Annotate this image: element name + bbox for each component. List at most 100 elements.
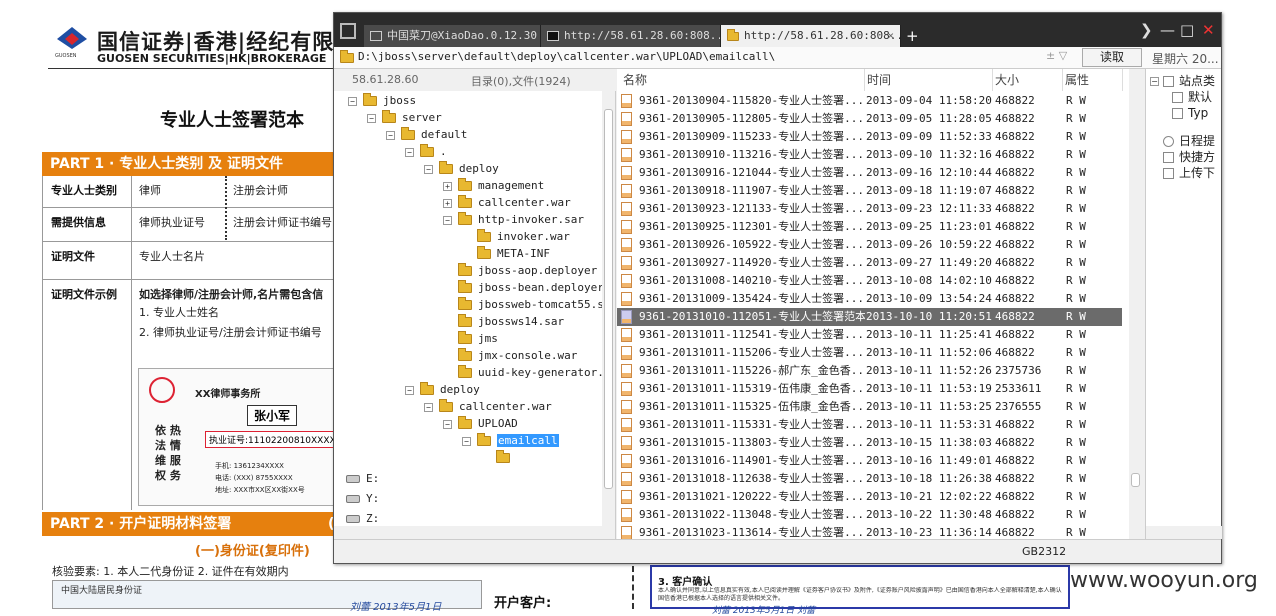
column-name[interactable]: 名称 [617,69,865,91]
file-row[interactable]: 9361-20131016-114901-专业人士签署... 2013-10-16… [617,452,1122,470]
tab-file-manager[interactable]: http://58.61.28.60:808... × [721,25,901,47]
file-row[interactable]: 9361-20130926-105922-专业人士签署... 2013-09-26… [617,236,1122,254]
file-size: 468822 [995,292,1035,305]
tree-node[interactable]: jmx-console.war [443,348,577,364]
minimize-button[interactable]: — [1160,21,1175,39]
tree-node[interactable]: jboss-bean.deployer [443,280,604,296]
collapse-icon[interactable]: − [405,147,414,157]
file-row[interactable]: 9361-20131021-120222-专业人士签署... 2013-10-21… [617,488,1122,506]
close-button[interactable]: ✕ [1202,21,1215,39]
file-row[interactable]: 9361-20131015-113803-专业人士签署... 2013-10-15… [617,434,1122,452]
document-title: 专业人士签署范本 [160,110,304,131]
side-node[interactable]: 默认 [1172,89,1212,105]
file-scrollbar[interactable] [1129,69,1142,539]
tree-node[interactable] [481,450,516,466]
scroll-thumb[interactable] [604,109,613,489]
tree-node[interactable]: − UPLOAD [443,416,518,432]
expand-icon[interactable]: + [443,198,452,208]
tree-node[interactable]: + management [443,178,544,194]
side-node[interactable]: Typ [1172,105,1208,121]
file-time: 2013-10-11 11:25:41 [866,328,992,341]
tree-node[interactable]: uuid-key-generator.s [443,365,610,381]
file-row[interactable]: 9361-20130904-115820-专业人士签署... 2013-09-04… [617,92,1122,110]
collapse-icon[interactable]: − [424,164,433,174]
side-node[interactable]: 日程提 [1150,133,1215,149]
expand-icon[interactable]: + [443,181,452,191]
file-size: 468822 [995,454,1035,467]
tree-node[interactable]: − http-invoker.sar [443,212,584,228]
tree-node[interactable]: − default [386,127,467,143]
collapse-icon[interactable]: − [424,402,433,412]
column-attr[interactable]: 属性 [1063,69,1123,91]
file-row[interactable]: 9361-20131011-115226-郝广东_金色香... 2013-10-1… [617,362,1122,380]
collapse-icon[interactable]: − [1150,77,1159,86]
file-row[interactable]: 9361-20130910-113216-专业人士签署... 2013-09-10… [617,146,1122,164]
path-input[interactable] [358,50,1038,63]
file-row[interactable]: 9361-20130923-121133-专业人士签署... 2013-09-23… [617,200,1122,218]
tab-caidao[interactable]: 中国菜刀@XiaoDao.0.12.30 [364,25,541,47]
tree-node[interactable]: − deploy [424,161,499,177]
column-time[interactable]: 时间 [865,69,993,91]
file-icon [621,364,632,378]
collapse-icon[interactable]: − [348,96,357,106]
file-row[interactable]: 9361-20130927-114920-专业人士签署... 2013-09-27… [617,254,1122,272]
tree-scrollbar[interactable] [602,91,615,539]
file-row[interactable]: 9361-20131011-112541-专业人士签署... 2013-10-11… [617,326,1122,344]
tree-node[interactable]: − callcenter.war [424,399,552,415]
chevron-right-icon[interactable]: ❯ [1140,21,1153,39]
file-row[interactable]: 9361-20131011-115325-伍伟康_金色香... 2013-10-1… [617,398,1122,416]
collapse-icon[interactable]: − [367,113,376,123]
tab-shell-1[interactable]: http://58.61.28.60:808... [541,25,721,47]
file-row[interactable]: 9361-20131009-135424-专业人士签署... 2013-10-09… [617,290,1122,308]
card-license: 执业证号:11102200810XXXXX [205,431,346,448]
file-row[interactable]: 9361-20130918-111907-专业人士签署... 2013-09-18… [617,182,1122,200]
file-row[interactable]: 9361-20130916-121044-专业人士签署... 2013-09-16… [617,164,1122,182]
file-row[interactable]: 9361-20131010-112051-专业人士签署范本... 2013-10-… [617,308,1122,326]
tree-node[interactable]: − jboss [348,93,416,109]
drive-node[interactable]: E: [346,471,379,487]
tree-node[interactable]: − deploy [405,382,480,398]
tree-node[interactable]: −. [405,144,447,160]
new-tab-button[interactable]: + [906,25,919,47]
read-button[interactable]: 读取 [1082,48,1142,67]
tree-hscrollbar[interactable] [334,526,602,539]
side-hscrollbar[interactable] [1146,526,1222,539]
collapse-icon[interactable]: − [405,385,414,395]
tree-node[interactable]: invoker.war [462,229,570,245]
tree-node[interactable]: − server [367,110,442,126]
path-dropdown[interactable]: ± ▽ [1046,49,1067,62]
tree-node[interactable]: jboss-aop.deployer [443,263,597,279]
collapse-icon[interactable]: − [443,419,452,429]
file-name: 9361-20131011-115319-伍伟康_金色香... [639,382,865,395]
tab-close-icon[interactable]: × [887,25,894,47]
file-row[interactable]: 9361-20131011-115331-专业人士签署... 2013-10-11… [617,416,1122,434]
drive-node[interactable]: Y: [346,491,379,507]
side-node[interactable]: − 站点类 [1150,73,1215,89]
collapse-icon[interactable]: − [462,436,471,446]
tree-node[interactable]: jbossws14.sar [443,314,564,330]
side-node[interactable]: 快捷方 [1150,149,1215,165]
file-row[interactable]: 9361-20131011-115206-专业人士签署... 2013-10-11… [617,344,1122,362]
file-row[interactable]: 9361-20130905-112805-专业人士签署... 2013-09-05… [617,110,1122,128]
tree-node[interactable]: jms [443,331,498,347]
file-row[interactable]: 9361-20131018-112638-专业人士签署... 2013-10-18… [617,470,1122,488]
file-attr: R W [1066,472,1086,485]
collapse-icon[interactable]: − [443,215,452,225]
file-row[interactable]: 9361-20130925-112301-专业人士签署... 2013-09-25… [617,218,1122,236]
collapse-icon[interactable]: − [386,130,395,140]
file-row[interactable]: 9361-20130909-115233-专业人士签署... 2013-09-09… [617,128,1122,146]
file-name: 9361-20131021-120222-专业人士签署... [639,490,864,503]
file-row[interactable]: 9361-20131011-115319-伍伟康_金色香... 2013-10-1… [617,380,1122,398]
column-size[interactable]: 大小 [993,69,1063,91]
scroll-thumb[interactable] [1131,473,1140,487]
tree-node[interactable]: − emailcall [462,433,559,449]
file-row[interactable]: 9361-20131008-140210-专业人士签署... 2013-10-08… [617,272,1122,290]
maximize-button[interactable]: □ [1180,21,1194,39]
drive-node[interactable]: Z: [346,511,379,527]
tree-node[interactable]: META-INF [462,246,550,262]
file-row[interactable]: 9361-20131022-113048-专业人士签署... 2013-10-22… [617,506,1122,524]
app-icon[interactable] [340,23,356,39]
tree-node[interactable]: jbossweb-tomcat55.sa [443,297,610,313]
side-node[interactable]: 上传下 [1150,165,1215,181]
tree-node[interactable]: + callcenter.war [443,195,571,211]
